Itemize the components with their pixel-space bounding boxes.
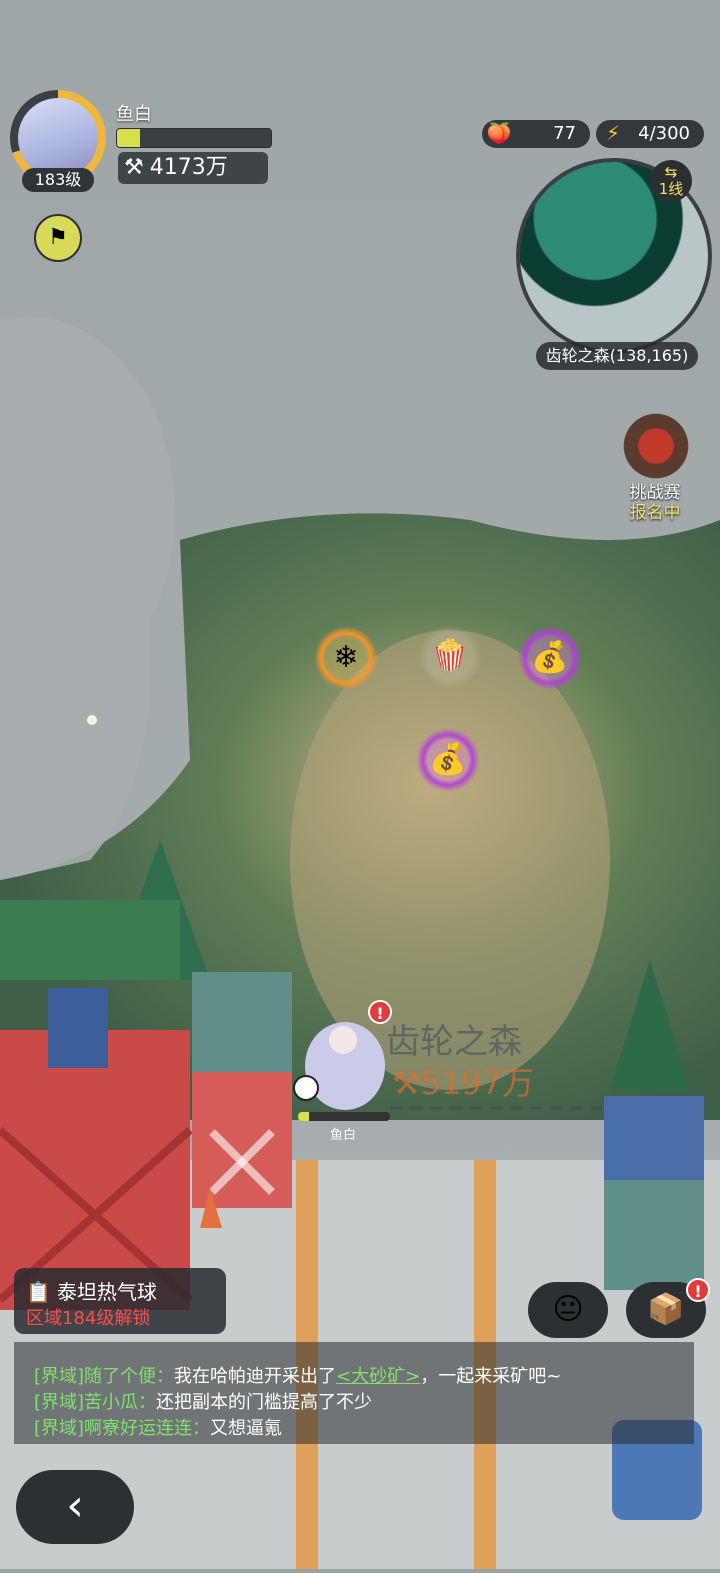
apple-count: 77 <box>553 123 576 144</box>
chevron-left-icon: ‹ <box>66 1480 84 1531</box>
crossed-tools-icon: ⚒ <box>124 155 144 180</box>
chat-sender[interactable]: 苦小瓜： <box>84 1392 156 1413</box>
chat-channel: [界域] <box>34 1366 85 1387</box>
chat-text: 又想逼氪 <box>210 1418 283 1439</box>
character-face <box>329 1026 357 1054</box>
blue-crate <box>48 988 108 1068</box>
challenge-event-icon[interactable] <box>612 408 700 484</box>
zone-name-label: 齿轮之森 <box>386 1022 522 1062</box>
blue-crate-right <box>604 1096 704 1186</box>
energy-count: 4/300 <box>638 123 690 144</box>
location-label: 齿轮之森(138,165) <box>536 342 698 370</box>
apple-icon: 🍑 <box>486 121 512 145</box>
popcorn-item-icon[interactable]: 🍿 <box>418 624 482 688</box>
quest-requirement: 区域184级解锁 <box>26 1308 151 1329</box>
red-crate <box>192 1072 292 1208</box>
zone-power-value: 5197万 <box>420 1064 535 1102</box>
chat-item-link[interactable]: <大砂矿> <box>336 1366 420 1387</box>
server-line-label: 1线 <box>658 180 684 198</box>
challenge-status: 报名中 <box>629 503 681 523</box>
chat-text: 还把副本的门槛提高了不少 <box>156 1392 373 1413</box>
cube-box-icon: 📦 <box>647 1292 685 1327</box>
box-alert-icon: ! <box>686 1278 710 1302</box>
exp-bar <box>116 128 272 148</box>
chat-text-tail: ，一起来采矿吧~ <box>420 1366 562 1387</box>
gold-bag-item-icon[interactable]: 💰 <box>518 626 582 690</box>
panda-pet <box>293 1075 319 1101</box>
character-name: 鱼白 <box>330 1128 357 1143</box>
character-hp-fill <box>298 1112 310 1121</box>
server-line-button[interactable]: ⇆ 1线 <box>650 160 692 202</box>
energy-resource[interactable]: ⚡ 4/300 <box>596 120 704 148</box>
chat-message: [界域]随了个便：我在哈帕迪开采出了<大砂矿>，一起来采矿吧~ <box>34 1362 561 1388</box>
crossed-tools-icon: ⚒ <box>392 1064 421 1102</box>
chat-message: [界域]苦小瓜：还把副本的门槛提高了不少 <box>34 1388 372 1414</box>
chat-sender[interactable]: 随了个便： <box>84 1366 174 1387</box>
chat-channel: [界域] <box>34 1418 85 1439</box>
chat-sender[interactable]: 啊寮好运连连： <box>84 1418 210 1439</box>
chat-channel: [界域] <box>34 1392 85 1413</box>
zone-power-label: ⚒5197万 <box>392 1058 534 1104</box>
gold-bag-item-icon[interactable]: 💰 <box>416 728 480 792</box>
chat-panel[interactable]: [界域]随了个便：我在哈帕迪开采出了<大砂矿>，一起来采矿吧~ [界域]苦小瓜：… <box>14 1342 694 1444</box>
apple-resource[interactable]: 🍑 77 <box>482 120 590 148</box>
back-button[interactable]: ‹ <box>16 1470 134 1544</box>
quest-title[interactable]: 📋 泰坦热气球 <box>26 1276 157 1305</box>
bush <box>0 900 180 980</box>
power-display: ⚒ 4173万 <box>118 152 268 184</box>
avatar-portrait <box>18 98 98 178</box>
crystal-item-icon[interactable]: ❄ <box>314 626 378 690</box>
emoji-face-icon: 😐 <box>552 1292 584 1327</box>
character-alert-icon[interactable]: ! <box>368 1000 392 1024</box>
exp-bar-fill <box>117 129 141 147</box>
glow-particle <box>87 715 97 725</box>
flag-icon: ⚑ <box>48 225 68 250</box>
lightning-icon: ⚡ <box>605 121 621 145</box>
level-badge: 183级 <box>22 168 94 192</box>
character-hp-bar <box>298 1112 390 1121</box>
teal-crate <box>192 972 292 1072</box>
chat-message: [界域]啊寮好运连连：又想逼氪 <box>34 1414 282 1440</box>
chat-text: 我在哈帕迪开采出了 <box>174 1366 337 1387</box>
clipboard-icon: 📋 <box>26 1280 51 1304</box>
flag-button[interactable]: ⚑ <box>34 214 82 262</box>
player-name: 鱼白 <box>116 104 152 125</box>
quest-title-text: 泰坦热气球 <box>56 1280 157 1304</box>
teal-crate-right <box>604 1180 704 1290</box>
power-value: 4173万 <box>149 155 228 180</box>
emote-button[interactable]: 😐 <box>528 1282 608 1338</box>
